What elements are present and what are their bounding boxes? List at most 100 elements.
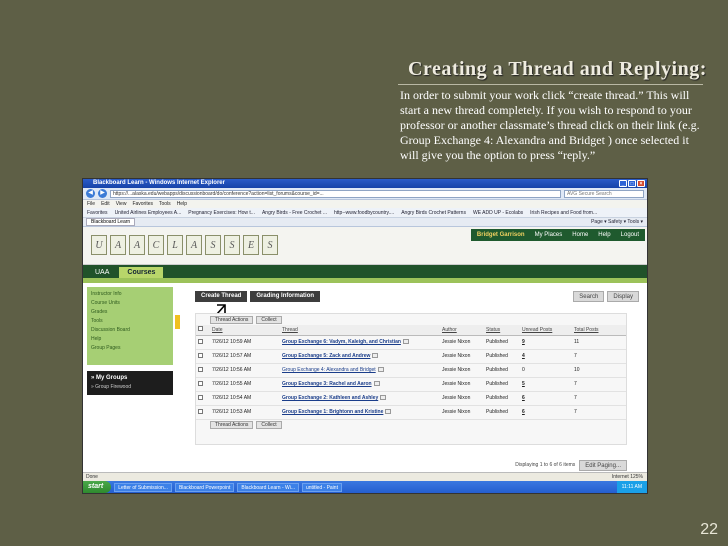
unread-posts[interactable]: 9: [520, 335, 572, 350]
favorite-item[interactable]: Pregnancy Exercises: How t...: [188, 208, 255, 217]
course-menu-item[interactable]: Discussion Board: [91, 326, 169, 335]
thread-actions-top: Thread Actions Collect: [196, 314, 626, 325]
minimize-icon[interactable]: _: [619, 180, 627, 187]
thread-author: Jessie Nixon: [440, 349, 484, 364]
thread-link[interactable]: Group Exchange 6: Vadym, Kaleigh, and Ch…: [282, 339, 401, 345]
taskbar-item[interactable]: Blackboard Learn - Wi...: [237, 482, 299, 492]
favorite-item[interactable]: Favorites: [87, 208, 108, 217]
address-bar-row: ◀ ▶ https://...alaska.edu/webapps/discus…: [83, 188, 647, 200]
course-menu-item[interactable]: Help: [91, 335, 169, 344]
thread-status: Published: [484, 391, 520, 406]
blackboard-top-nav: Bridget Garrison My Places Home Help Log…: [470, 229, 645, 241]
context-menu-icon[interactable]: [377, 367, 384, 373]
start-button[interactable]: start: [83, 481, 112, 493]
back-icon[interactable]: ◀: [86, 189, 95, 198]
tab-courses[interactable]: Courses: [119, 267, 164, 278]
unread-posts[interactable]: 6: [520, 405, 572, 420]
menu-file[interactable]: File: [87, 200, 95, 208]
context-menu-icon[interactable]: [385, 409, 392, 415]
thread-link[interactable]: Group Exchange 4: Alexandra and Bridget: [282, 367, 376, 373]
maximize-icon[interactable]: □: [628, 180, 636, 187]
slide-title: Creating a Thread and Replying:: [408, 58, 707, 80]
row-checkbox[interactable]: [198, 380, 203, 386]
address-field[interactable]: https://...alaska.edu/webapps/discussion…: [110, 189, 561, 198]
favorite-item[interactable]: United Airlines Employees A...: [115, 208, 182, 217]
thread-link[interactable]: Group Exchange 5: Zack and Andrew: [282, 353, 370, 359]
slide-body-text: In order to submit your work click “crea…: [400, 88, 700, 162]
taskbar-item[interactable]: Blackboard Powerpoint: [174, 482, 235, 492]
favorite-item[interactable]: WE ADD UP - Ecolabs: [473, 208, 523, 217]
my-groups-label[interactable]: » My Groups: [91, 373, 169, 383]
row-checkbox[interactable]: [198, 352, 203, 358]
context-menu-icon[interactable]: [402, 339, 409, 345]
taskbar-item[interactable]: untitled - Paint: [302, 482, 342, 492]
row-checkbox[interactable]: [198, 394, 203, 400]
thread-actions-button[interactable]: Thread Actions: [210, 421, 254, 429]
favorite-item[interactable]: Angry Birds - Free Crochet ...: [262, 208, 327, 217]
thread-link[interactable]: Group Exchange 1: Brightonn and Kristine: [282, 409, 383, 415]
context-menu-icon[interactable]: [372, 353, 379, 359]
browser-tab[interactable]: Blackboard Learn: [86, 218, 136, 226]
menu-help[interactable]: Help: [177, 200, 187, 208]
context-menu-icon[interactable]: [380, 395, 387, 401]
column-total-posts[interactable]: Total Posts: [572, 325, 626, 336]
column-status[interactable]: Status: [484, 325, 520, 336]
select-all-checkbox[interactable]: [198, 326, 203, 332]
thread-date: 7/26/12 10:54 AM: [210, 391, 280, 406]
column-unread-posts[interactable]: Unread Posts: [520, 325, 572, 336]
command-bar[interactable]: Page ▾ Safety ▾ Tools ▾: [591, 219, 643, 225]
unread-posts: 0: [520, 363, 572, 378]
menu-edit[interactable]: Edit: [101, 200, 110, 208]
collapse-menu-handle[interactable]: [175, 315, 180, 329]
course-menu-item[interactable]: Course Units: [91, 299, 169, 308]
nav-help[interactable]: Help: [598, 232, 610, 238]
table-row: 7/26/12 10:55 AM Group Exchange 3: Rache…: [196, 377, 626, 392]
nav-my-places[interactable]: My Places: [535, 232, 563, 238]
display-button[interactable]: Display: [607, 291, 639, 302]
status-text: Done: [86, 474, 98, 480]
collect-button[interactable]: Collect: [256, 315, 282, 324]
total-posts: 7: [572, 377, 626, 392]
course-menu-item[interactable]: Grades: [91, 308, 169, 317]
user-name[interactable]: Bridget Garrison: [477, 232, 525, 238]
column-date[interactable]: Date: [210, 325, 280, 336]
course-menu-item[interactable]: Group Pages: [91, 344, 169, 353]
forward-icon[interactable]: ▶: [98, 189, 107, 198]
unread-posts[interactable]: 6: [520, 391, 572, 406]
total-posts: 7: [572, 391, 626, 406]
nav-home[interactable]: Home: [572, 232, 588, 238]
search-button[interactable]: Search: [573, 291, 605, 302]
unread-posts[interactable]: 5: [520, 377, 572, 392]
group-link[interactable]: » Group Firewood: [91, 383, 169, 392]
grading-information-button[interactable]: Grading Information: [250, 291, 321, 302]
thread-link[interactable]: Group Exchange 2: Kathleen and Ashley: [282, 395, 378, 401]
tab-uaa[interactable]: UAA: [87, 267, 117, 278]
thread-actions-button[interactable]: Thread Actions: [210, 315, 254, 324]
menu-favorites[interactable]: Favorites: [132, 200, 153, 208]
unread-posts[interactable]: 4: [520, 349, 572, 364]
menu-tools[interactable]: Tools: [159, 200, 171, 208]
course-menu-item[interactable]: Tools: [91, 317, 169, 326]
favorite-item[interactable]: Irish Recipes and Food from...: [530, 208, 597, 217]
row-checkbox[interactable]: [198, 366, 203, 372]
close-icon[interactable]: ×: [637, 180, 645, 187]
favorite-item[interactable]: http--www.foodbycountry....: [334, 208, 394, 217]
column-author[interactable]: Author: [440, 325, 484, 336]
thread-link[interactable]: Group Exchange 3: Rachel and Aaron: [282, 381, 372, 387]
column-thread[interactable]: Thread: [280, 325, 440, 336]
row-checkbox[interactable]: [198, 408, 203, 414]
favorite-item[interactable]: Angry Birds Crochet Patterns: [401, 208, 466, 217]
collect-button[interactable]: Collect: [256, 421, 282, 429]
nav-logout[interactable]: Logout: [621, 232, 639, 238]
row-checkbox[interactable]: [198, 338, 203, 344]
table-row: 7/26/12 10:53 AM Group Exchange 1: Brigh…: [196, 405, 626, 420]
browser-search-field[interactable]: AVG Secure Search: [564, 189, 644, 198]
taskbar-item[interactable]: Letter of Submission...: [114, 482, 172, 492]
context-menu-icon[interactable]: [373, 381, 380, 387]
edit-paging-button[interactable]: Edit Paging...: [579, 459, 627, 471]
thread-author: Jessie Nixon: [440, 335, 484, 350]
thread-author: Jessie Nixon: [440, 377, 484, 392]
menu-view[interactable]: View: [116, 200, 127, 208]
total-posts: 7: [572, 405, 626, 420]
course-menu-item[interactable]: Instructor Info: [91, 290, 169, 299]
